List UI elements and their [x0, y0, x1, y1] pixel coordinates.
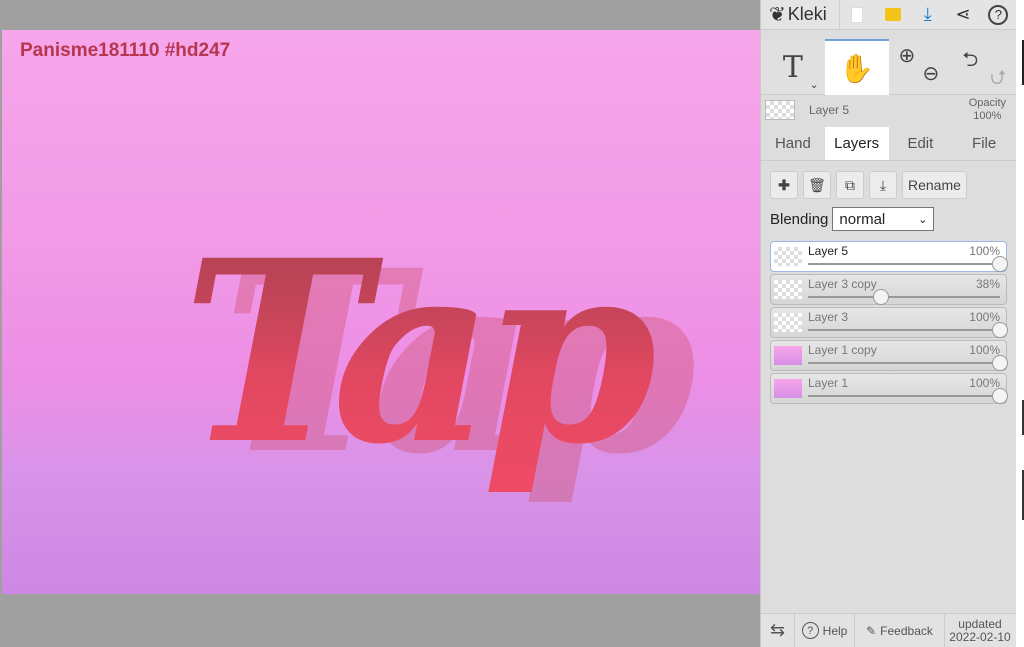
opacity-slider[interactable]: [808, 256, 1008, 272]
layer-item[interactable]: Layer 3 100%: [770, 307, 1008, 338]
app-name: Kleki: [787, 4, 827, 24]
kleki-logo[interactable]: ❦ Kleki: [761, 0, 840, 29]
share-icon: ⋖: [955, 4, 971, 24]
zoom-out-icon[interactable]: ⊖: [923, 61, 940, 86]
layer-thumbnail: [774, 346, 802, 365]
layer-opacity: 38%: [975, 277, 1000, 291]
side-panel: ❦ Kleki ⤓ ⋖ ? T ⌄ ✋ ⊕ ⊖ ⮌ ⮍ Layer 5 Opacity …: [760, 0, 1016, 647]
tab-hand[interactable]: Hand: [761, 127, 825, 160]
opacity-slider[interactable]: [808, 388, 1008, 404]
layer-thumbnail: [774, 247, 802, 266]
tab-file[interactable]: File: [952, 127, 1016, 160]
opacity-value: 100%: [973, 110, 1002, 122]
blending-row: Blending normal ⌄: [761, 199, 1016, 239]
text-tool-icon: T: [782, 49, 803, 85]
merge-down-button[interactable]: ⤓: [869, 171, 897, 199]
zoom-in-icon[interactable]: ⊕: [899, 43, 916, 68]
add-layer-button[interactable]: ✚: [770, 171, 798, 199]
merge-down-icon: ⤓: [879, 176, 887, 193]
undo-icon[interactable]: ⮌: [962, 45, 978, 79]
blending-label: Blending: [770, 210, 829, 228]
feedback-label: Feedback: [880, 623, 933, 638]
duplicate-layer-button[interactable]: ⧉: [836, 171, 864, 199]
help-label: Help: [822, 623, 848, 638]
feedback-pen-icon: ✎: [866, 623, 877, 638]
chevron-down-icon: ⌄: [918, 213, 928, 226]
canvas-area[interactable]: Panisme181110 #hd247 Tap Tap: [0, 0, 760, 647]
current-layer-info: Layer 5 Opacity 100%: [761, 95, 1016, 125]
layer-name: Layer 1: [808, 376, 849, 390]
layer-item[interactable]: Layer 1 copy 100%: [770, 340, 1008, 371]
layer-thumbnail: [774, 313, 802, 332]
help-icon: ?: [988, 4, 1009, 25]
hand-icon: ✋: [839, 52, 875, 84]
top-bar: ❦ Kleki ⤓ ⋖ ?: [761, 0, 1016, 30]
slider-knob[interactable]: [872, 289, 889, 305]
share-button[interactable]: ⋖: [945, 0, 980, 30]
help-link[interactable]: ? Help: [795, 614, 855, 647]
layer-actions: ✚ 🗑 ⧉ ⤓ Rename: [761, 161, 1016, 199]
layer-item[interactable]: Layer 1 100%: [770, 373, 1008, 404]
trash-icon: 🗑: [808, 176, 826, 193]
chevron-down-icon[interactable]: ⌄: [810, 78, 819, 91]
new-image-button[interactable]: [840, 0, 875, 30]
layer-item[interactable]: Layer 3 copy 38%: [770, 274, 1007, 305]
layer-item[interactable]: Layer 5 100%: [770, 241, 1008, 272]
zoom-tools: ⊕ ⊖: [889, 39, 953, 95]
tab-edit[interactable]: Edit: [889, 127, 953, 160]
download-button[interactable]: ⤓: [910, 0, 945, 30]
feedback-link[interactable]: ✎ Feedback: [855, 614, 945, 647]
drawing-canvas[interactable]: Panisme181110 #hd247 Tap Tap: [2, 30, 760, 594]
swap-arrows-icon: ⇆: [769, 620, 786, 640]
tool-bar: T ⌄ ✋ ⊕ ⊖ ⮌ ⮍: [761, 39, 1016, 95]
artwork: Tap Tap: [182, 205, 706, 509]
opacity-slider[interactable]: [808, 322, 1008, 338]
download-icon: ⤓: [923, 4, 932, 24]
hand-tool[interactable]: ✋: [824, 39, 889, 95]
updated-info: updated 2022-02-10: [945, 614, 1015, 647]
opacity-slider[interactable]: [808, 355, 1008, 371]
blending-value: normal: [839, 210, 886, 228]
layer-thumbnail: [774, 379, 802, 398]
open-folder-icon: [884, 8, 901, 21]
layer-thumbnail: [774, 280, 802, 299]
panel-tabs: Hand Layers Edit File: [761, 127, 1016, 161]
opacity-slider[interactable]: [808, 289, 1000, 305]
footer: ⇆ ? Help ✎ Feedback updated 2022-02-10: [761, 613, 1016, 647]
tab-layers[interactable]: Layers: [824, 127, 889, 160]
new-image-icon: [851, 6, 864, 23]
slider-knob[interactable]: [992, 388, 1008, 404]
redo-icon[interactable]: ⮍: [990, 63, 1006, 97]
text-tool[interactable]: T ⌄: [761, 39, 825, 95]
help-icon: ?: [801, 622, 819, 639]
layer-name: Layer 5: [808, 244, 849, 258]
blending-select[interactable]: normal ⌄: [832, 207, 935, 231]
swap-side-button[interactable]: ⇆: [761, 614, 795, 647]
undo-redo: ⮌ ⮍: [952, 39, 1016, 95]
updated-label: updated: [958, 616, 1002, 631]
layer-name: Layer 3: [808, 310, 849, 324]
delete-layer-button[interactable]: 🗑: [803, 171, 831, 199]
layer-name: Layer 1 copy: [808, 343, 877, 357]
open-button[interactable]: [875, 0, 910, 30]
help-button[interactable]: ?: [981, 0, 1016, 30]
updated-date: 2022-02-10: [949, 629, 1011, 644]
layer-list: Layer 5 100% Layer 3 copy 38% Layer 3 100% …: [761, 239, 1016, 408]
artwork-lettering: Tap: [182, 205, 654, 499]
rename-button[interactable]: Rename: [902, 171, 967, 199]
slider-knob[interactable]: [992, 256, 1008, 272]
slider-knob[interactable]: [992, 322, 1008, 338]
duplicate-icon: ⧉: [845, 176, 855, 193]
current-layer-name: Layer 5: [809, 103, 850, 117]
plus-icon: ✚: [778, 176, 790, 193]
background-window-edge: [1016, 0, 1024, 647]
layer-name: Layer 3 copy: [808, 277, 877, 291]
slider-knob[interactable]: [992, 355, 1008, 371]
opacity-label: Opacity: [968, 97, 1006, 109]
current-layer-thumbnail: [765, 100, 795, 120]
kleki-logo-icon: ❦: [769, 4, 786, 26]
